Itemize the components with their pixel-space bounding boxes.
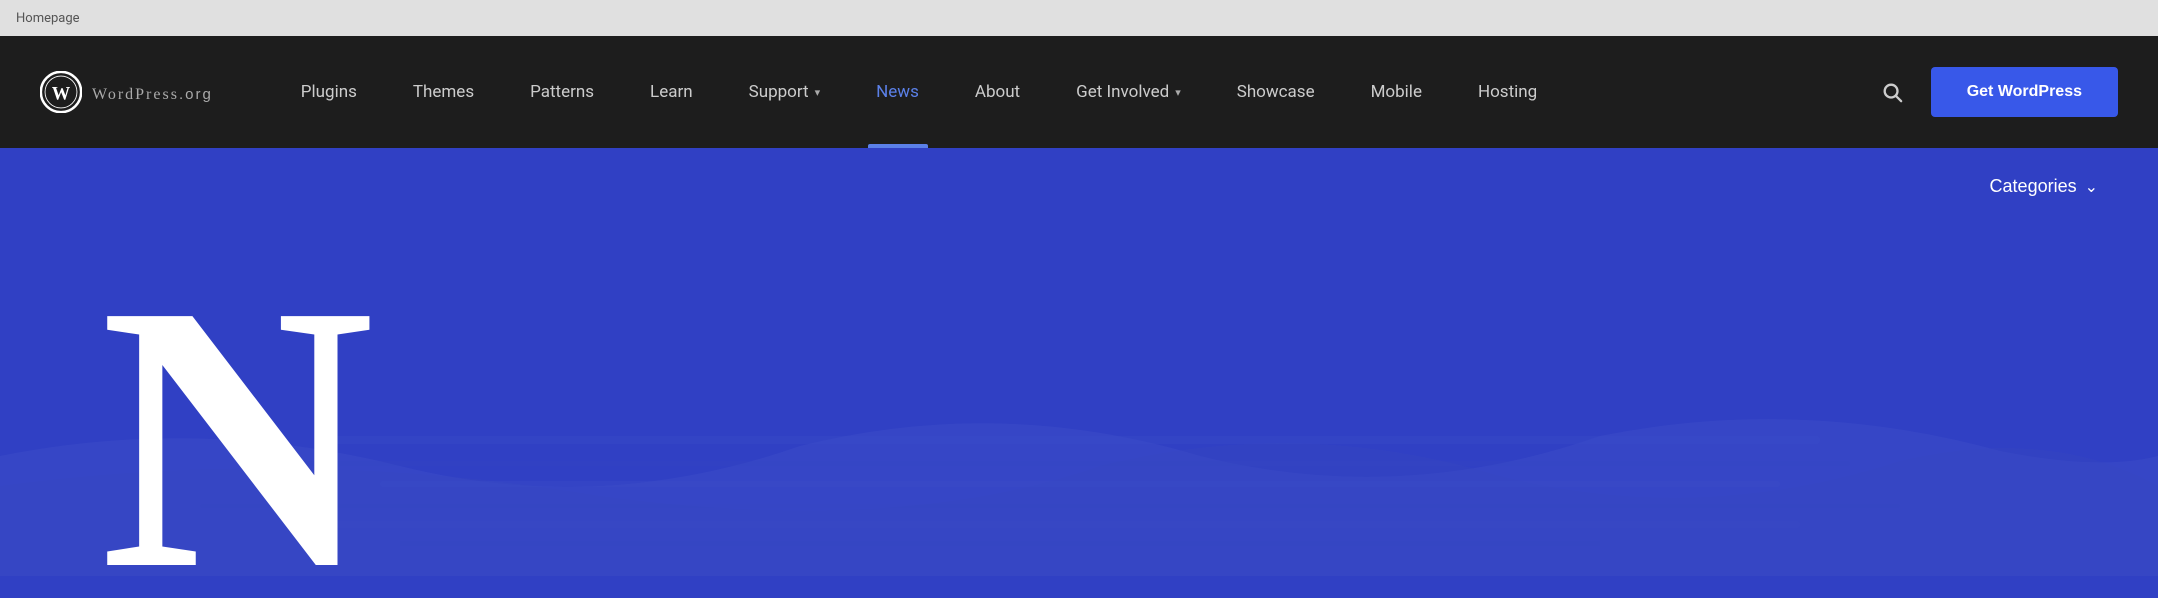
- navbar: W WordPress.org Plugins Themes Patterns …: [0, 36, 2158, 148]
- categories-label: Categories: [1990, 176, 2077, 197]
- browser-tab-label: Homepage: [16, 11, 80, 26]
- wordpress-logo-icon: W: [40, 71, 82, 113]
- svg-text:W: W: [52, 84, 71, 104]
- nav-item-showcase[interactable]: Showcase: [1209, 36, 1343, 148]
- get-wordpress-button[interactable]: Get WordPress: [1931, 67, 2118, 117]
- logo-area[interactable]: W WordPress.org: [40, 71, 213, 113]
- nav-item-support[interactable]: Support ▾: [721, 36, 849, 148]
- logo-text: WordPress.org: [92, 79, 213, 105]
- nav-right: Get WordPress: [1873, 67, 2118, 117]
- search-button[interactable]: [1873, 73, 1911, 111]
- nav-item-themes[interactable]: Themes: [385, 36, 502, 148]
- categories-chevron-icon: ⌄: [2085, 177, 2098, 197]
- categories-bar: Categories ⌄: [0, 148, 2158, 197]
- nav-item-get-involved[interactable]: Get Involved ▾: [1048, 36, 1209, 148]
- get-involved-dropdown-arrow-icon: ▾: [1175, 86, 1181, 99]
- search-icon: [1881, 81, 1903, 103]
- nav-item-plugins[interactable]: Plugins: [273, 36, 385, 148]
- hero-section: Categories ⌄ N: [0, 148, 2158, 598]
- categories-button[interactable]: Categories ⌄: [1990, 176, 2098, 197]
- nav-item-patterns[interactable]: Patterns: [502, 36, 622, 148]
- nav-item-about[interactable]: About: [947, 36, 1048, 148]
- nav-item-hosting[interactable]: Hosting: [1450, 36, 1565, 148]
- hero-big-letter: N: [100, 248, 374, 598]
- support-dropdown-arrow-icon: ▾: [815, 86, 821, 99]
- browser-bar: Homepage: [0, 0, 2158, 36]
- nav-item-mobile[interactable]: Mobile: [1343, 36, 1450, 148]
- nav-links: Plugins Themes Patterns Learn Support ▾ …: [273, 36, 1873, 148]
- nav-item-learn[interactable]: Learn: [622, 36, 721, 148]
- nav-item-news[interactable]: News: [848, 36, 947, 148]
